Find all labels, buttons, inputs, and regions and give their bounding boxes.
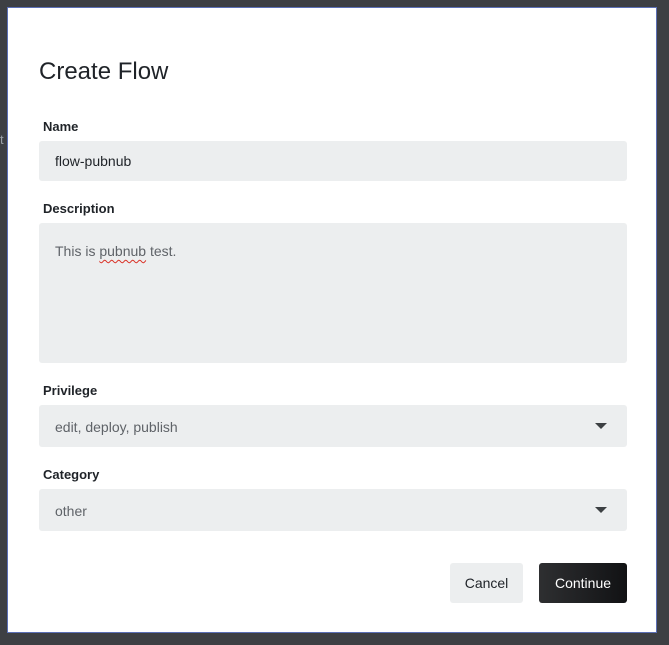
description-label: Description [43, 201, 115, 216]
chevron-down-icon [595, 423, 607, 429]
misspelled-word[interactable]: pubnub [99, 243, 146, 259]
backdrop-text-fragment: t [0, 132, 4, 147]
privilege-label: Privilege [43, 383, 98, 398]
description-text-start: This is [55, 243, 100, 259]
name-input-value: flow-pubnub [55, 153, 132, 169]
category-selected-value: other [55, 503, 87, 519]
privilege-select[interactable]: edit, deploy, publish [39, 405, 627, 447]
privilege-selected-value: edit, deploy, publish [55, 419, 178, 435]
description-text-end: test. [146, 243, 177, 259]
category-select[interactable]: other [39, 489, 627, 531]
dialog-title: Create Flow [39, 58, 169, 85]
description-value: This is pubnub test. [55, 243, 176, 259]
name-input[interactable]: flow-pubnub [39, 141, 627, 181]
name-label: Name [43, 119, 79, 134]
create-flow-dialog: Create Flow Name flow-pubnub Description… [7, 7, 657, 633]
cancel-button[interactable]: Cancel [450, 563, 523, 603]
description-textarea[interactable]: This is pubnub test. [39, 223, 627, 363]
category-label: Category [43, 467, 100, 482]
continue-button[interactable]: Continue [539, 563, 627, 603]
chevron-down-icon [595, 507, 607, 513]
